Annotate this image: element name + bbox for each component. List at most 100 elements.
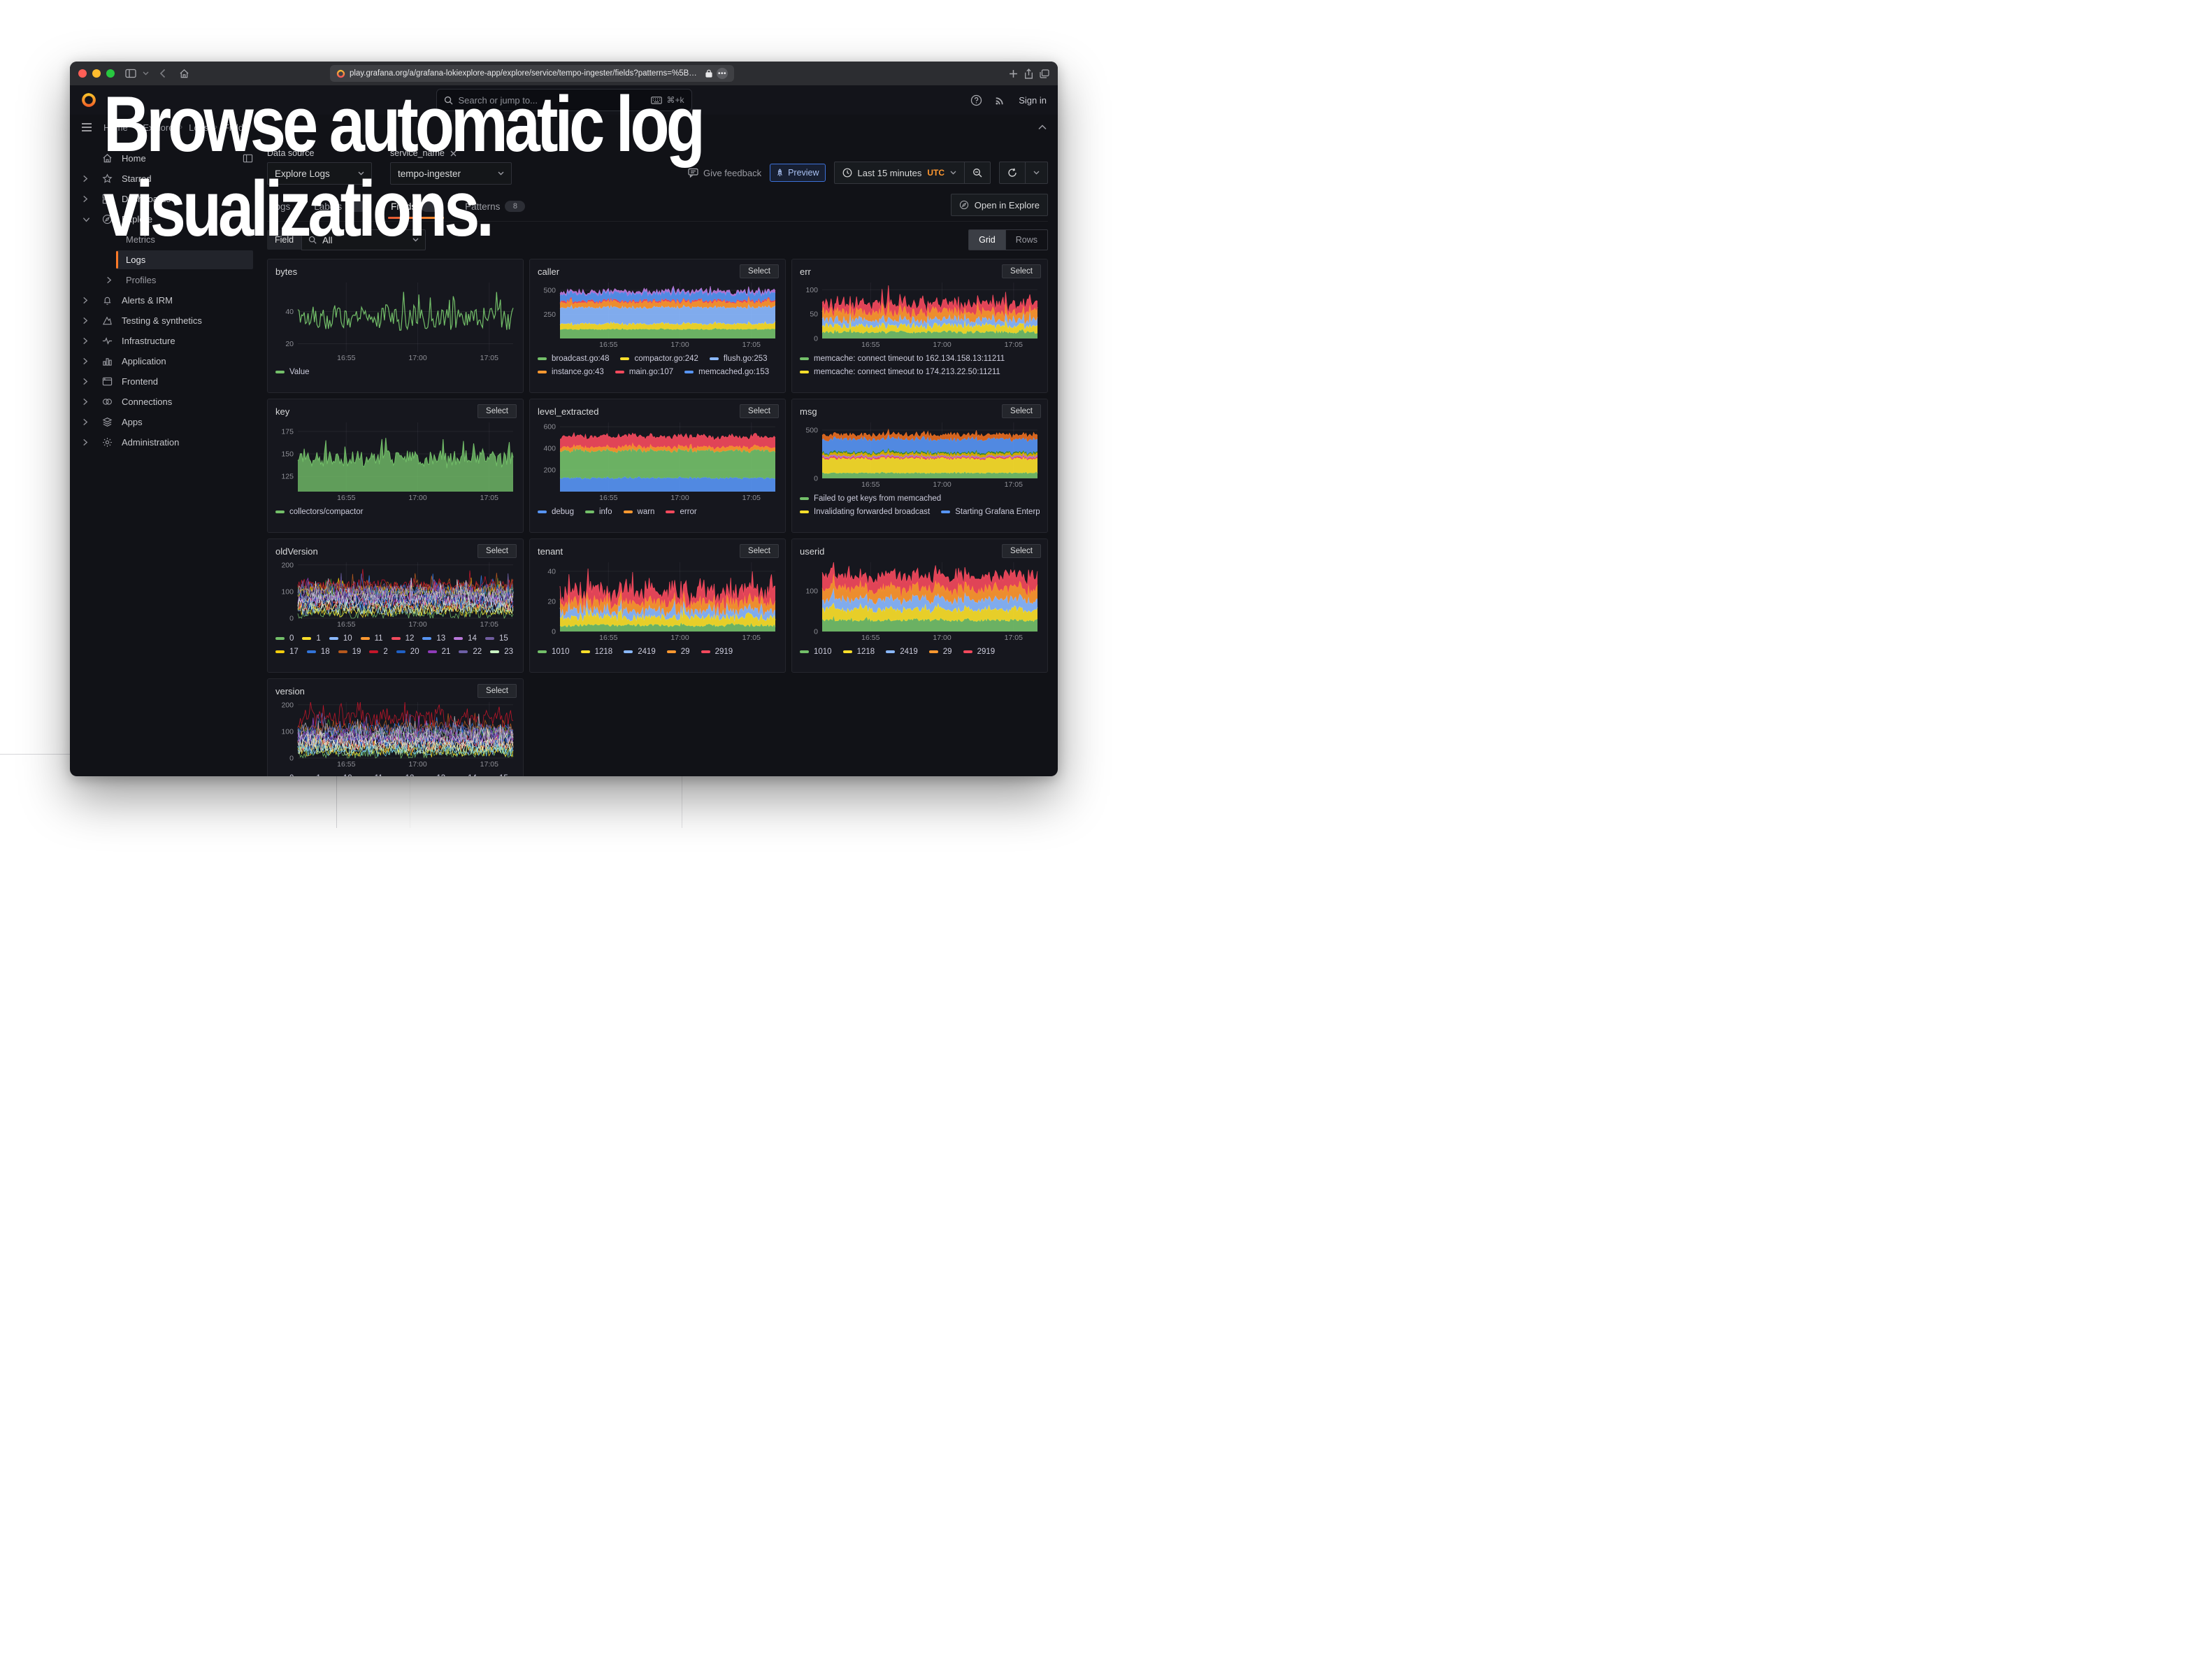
legend-item[interactable]: 1218 — [581, 648, 613, 656]
legend-item[interactable]: info — [585, 508, 612, 516]
chevron-right-icon[interactable] — [82, 175, 88, 183]
time-range-button[interactable]: Last 15 minutes UTC — [835, 162, 964, 183]
chevron-right-icon[interactable] — [82, 398, 88, 406]
chevron-right-icon[interactable] — [82, 297, 88, 304]
legend-item[interactable]: 2 — [369, 648, 387, 656]
legend-item[interactable]: Failed to get keys from memcached — [800, 494, 941, 503]
chevron-right-icon[interactable] — [82, 438, 88, 446]
grid-layout-button[interactable]: Grid — [969, 230, 1005, 250]
open-in-explore-button[interactable]: Open in Explore — [951, 194, 1048, 216]
legend-item[interactable]: 14 — [454, 774, 477, 777]
home-button[interactable] — [179, 69, 189, 79]
help-icon[interactable] — [970, 94, 982, 106]
breadcrumb-item[interactable]: Logs — [189, 122, 208, 133]
legend-item[interactable]: 23 — [490, 648, 513, 656]
zoom-window-button[interactable] — [106, 69, 115, 78]
legend-item[interactable]: memcache: connect timeout to 174.213.22.… — [800, 368, 1000, 376]
tabs-overview-button[interactable] — [1040, 69, 1049, 78]
sidebar-item-infrastructure[interactable]: Infrastructure — [70, 331, 264, 351]
chevron-right-icon[interactable] — [82, 337, 88, 345]
menu-icon[interactable] — [81, 123, 92, 131]
tab-fields[interactable]: Fields — [388, 196, 444, 219]
legend-item[interactable]: 13 — [422, 634, 445, 643]
legend-item[interactable]: compactor.go:242 — [620, 355, 698, 363]
sidebar-item-logs[interactable]: Logs — [70, 250, 264, 270]
select-field-button[interactable]: Select — [1002, 544, 1041, 558]
refresh-button[interactable] — [1000, 162, 1025, 183]
sidebar-item-testing-synthetics[interactable]: Testing & synthetics — [70, 310, 264, 331]
address-bar[interactable]: play.grafana.org/a/grafana-lokiexplore-a… — [330, 65, 734, 82]
legend-item[interactable]: 2419 — [624, 648, 656, 656]
legend-item[interactable]: 2919 — [701, 648, 733, 656]
back-button[interactable] — [159, 69, 166, 78]
sidebar-item-profiles[interactable]: Profiles — [70, 270, 264, 290]
legend-item[interactable]: 22 — [459, 648, 482, 656]
legend-item[interactable]: 15 — [485, 634, 508, 643]
legend-item[interactable]: 21 — [428, 648, 451, 656]
legend-item[interactable]: error — [666, 508, 696, 516]
rss-icon[interactable] — [995, 94, 1006, 106]
legend-item[interactable]: Invalidating forwarded broadcast — [800, 508, 930, 516]
legend-item[interactable]: 10 — [329, 634, 352, 643]
legend-item[interactable]: main.go:107 — [615, 368, 673, 376]
legend-item[interactable]: Starting Grafana Enterpri — [941, 508, 1040, 516]
legend-item[interactable]: 15 — [485, 774, 508, 777]
collapse-section-icon[interactable] — [1038, 124, 1047, 130]
field-select[interactable]: All — [301, 229, 426, 250]
minimize-window-button[interactable] — [92, 69, 101, 78]
give-feedback-button[interactable]: Give feedback — [688, 168, 761, 178]
legend-item[interactable]: 1218 — [843, 648, 875, 656]
legend-item[interactable]: 11 — [361, 774, 383, 777]
grafana-logo[interactable] — [81, 92, 96, 108]
sidebar-item-frontend[interactable]: Frontend — [70, 371, 264, 392]
legend-item[interactable]: 0 — [275, 634, 294, 643]
chevron-right-icon[interactable] — [82, 378, 88, 385]
share-button[interactable] — [1024, 69, 1033, 79]
sidebar-item-starred[interactable]: Starred — [70, 169, 264, 189]
close-window-button[interactable] — [78, 69, 87, 78]
legend-item[interactable]: 14 — [454, 634, 477, 643]
legend-item[interactable]: 1 — [302, 774, 320, 777]
legend-item[interactable]: warn — [624, 508, 655, 516]
legend-item[interactable]: 12 — [392, 634, 415, 643]
sidebar-item-metrics[interactable]: Metrics — [70, 229, 264, 250]
new-tab-button[interactable] — [1009, 69, 1018, 78]
legend-item[interactable]: 17 — [275, 648, 299, 656]
data-source-select[interactable]: Explore Logs — [267, 162, 372, 185]
chevron-right-icon[interactable] — [82, 418, 88, 426]
url-more-button[interactable]: ••• — [717, 68, 728, 79]
legend-item[interactable]: 18 — [307, 648, 330, 656]
select-field-button[interactable]: Select — [477, 404, 517, 418]
sidebar-item-apps[interactable]: Apps — [70, 412, 264, 432]
legend-item[interactable]: 1010 — [538, 648, 570, 656]
sidebar-item-explore[interactable]: Explore — [70, 209, 264, 229]
legend-item[interactable]: 20 — [396, 648, 419, 656]
chevron-right-icon[interactable] — [82, 357, 88, 365]
sidebar-item-alerts-irm[interactable]: Alerts & IRM — [70, 290, 264, 310]
remove-filter-icon[interactable] — [450, 150, 457, 157]
legend-item[interactable]: 2919 — [963, 648, 996, 656]
legend-item[interactable]: 12 — [392, 774, 415, 777]
legend-item[interactable]: 2419 — [886, 648, 918, 656]
sidebar-item-connections[interactable]: Connections — [70, 392, 264, 412]
chevron-right-icon[interactable] — [82, 317, 88, 324]
legend-item[interactable]: 0 — [275, 774, 294, 777]
tab-labels[interactable]: Labels — [311, 196, 370, 219]
tab-logs[interactable]: Logs — [267, 196, 293, 219]
select-field-button[interactable]: Select — [477, 684, 517, 698]
legend-item[interactable]: broadcast.go:48 — [538, 355, 609, 363]
legend-item[interactable]: 11 — [361, 634, 383, 643]
select-field-button[interactable]: Select — [740, 404, 779, 418]
browser-sidebar-icon[interactable] — [125, 69, 136, 78]
select-field-button[interactable]: Select — [477, 544, 517, 558]
rows-layout-button[interactable]: Rows — [1005, 230, 1047, 250]
select-field-button[interactable]: Select — [1002, 404, 1041, 418]
select-field-button[interactable]: Select — [740, 544, 779, 558]
search-input[interactable]: Search or jump to... ⌘+k — [436, 89, 692, 111]
legend-item[interactable]: debug — [538, 508, 574, 516]
dock-panel-icon[interactable] — [243, 153, 253, 164]
chevron-right-icon[interactable] — [106, 276, 112, 284]
preview-badge[interactable]: Preview — [770, 164, 825, 182]
breadcrumb-item[interactable]: Explore — [143, 122, 173, 133]
legend-item[interactable]: 19 — [338, 648, 361, 656]
